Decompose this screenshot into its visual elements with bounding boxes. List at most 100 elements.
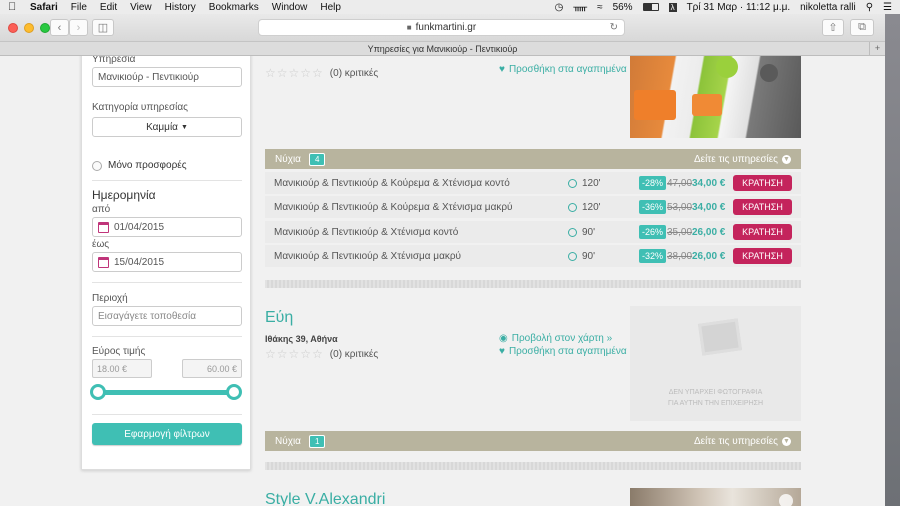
favorite-link-second[interactable]: ♥ Προσθήκη στα αγαπημένα <box>499 346 627 357</box>
price-slider-track[interactable] <box>99 390 235 395</box>
checkbox-icon[interactable] <box>92 160 102 171</box>
business-name[interactable]: Εύη <box>265 309 293 327</box>
macos-menubar:  Safari File Edit View History Bookmark… <box>0 0 900 14</box>
time-machine-icon[interactable]: ◷ <box>555 2 564 13</box>
see-services-toggle[interactable]: Δείτε τις υπηρεσίες ▼ <box>694 154 791 165</box>
share-button[interactable]: ⇧ <box>822 19 844 36</box>
to-date-input[interactable]: 15/04/2015 <box>92 252 242 272</box>
from-date-input[interactable]: 01/04/2015 <box>92 217 242 237</box>
price-max-field[interactable]: 60.00 € <box>182 359 242 378</box>
service-duration: 120' <box>568 178 601 189</box>
discount-badge: -32% <box>639 249 667 263</box>
to-date-value: 15/04/2015 <box>114 256 165 268</box>
tab-title[interactable]: Υπηρεσίες για Μανικιούρ - Πεντικιούρ <box>368 44 518 54</box>
result-separator <box>265 280 801 288</box>
battery-icon[interactable] <box>642 3 659 11</box>
category-value: Καμμία <box>146 121 178 133</box>
spotlight-icon[interactable]: ⚲ <box>866 2 873 13</box>
user-name[interactable]: nikoletta ralli <box>800 2 856 13</box>
desktop-background <box>885 14 900 506</box>
service-name: Μανικιούρ & Πεντικιούρ & Κούρεμα & Χτένι… <box>274 177 510 189</box>
apple-icon[interactable]:  <box>8 1 22 13</box>
new-tab-icon[interactable]: + <box>869 42 885 56</box>
menu-edit[interactable]: Edit <box>100 2 117 13</box>
business-photo[interactable] <box>630 488 801 506</box>
result-separator <box>265 462 801 470</box>
menu-view[interactable]: View <box>130 2 152 13</box>
offers-checkbox[interactable]: Μόνο προσφορές <box>92 160 187 171</box>
business-name[interactable]: Style V.Alexandri <box>265 491 385 506</box>
services-section-bar[interactable]: Νύχια 1 Δείτε τις υπηρεσίες ▼ <box>265 431 801 451</box>
clock-icon <box>568 227 577 237</box>
see-services-toggle[interactable]: Δείτε τις υπηρεσίες ▼ <box>694 436 791 447</box>
new-price: 34,00 € <box>692 177 726 189</box>
no-photo-text: ΓΙΑ ΑΥΤΗΝ ΤΗΝ ΕΠΙΧΕΙΡΗΣΗ <box>667 400 764 407</box>
favorite-link-first[interactable]: ♥ Προσθήκη στα αγαπημένα <box>499 64 627 75</box>
no-photo-text: ΔΕΝ ΥΠΑΡΧΕΙ ΦΩΤΟΓΡΑΦΙΑ <box>668 389 763 396</box>
menubar-status: ◷ ᚅ ≈ 56% λ Τρί 31 Μαρ · 11:12 μ.μ. niko… <box>555 2 892 13</box>
duration-value: 120' <box>582 177 601 189</box>
old-price: 53,00 <box>667 201 693 213</box>
clock-icon <box>568 178 577 188</box>
wifi-icon[interactable]: ≈ <box>597 2 603 13</box>
book-button[interactable]: ΚΡΑΤΗΣΗ <box>733 199 792 215</box>
price-min-field[interactable]: 18.00 € <box>92 359 152 378</box>
tabs-overview-button[interactable]: ⧉ <box>850 19 874 36</box>
menu-help[interactable]: Help <box>320 2 341 13</box>
star-rating-icon[interactable]: ☆☆☆☆☆ <box>265 347 324 361</box>
map-link[interactable]: ◉ Προβολή στον χάρτη » <box>499 333 612 344</box>
discount-badge: -36% <box>639 200 667 214</box>
price-slider-min-handle[interactable] <box>90 384 106 400</box>
rating-first: ☆☆☆☆☆ (0) κριτικές <box>265 66 378 80</box>
area-label: Περιοχή <box>92 293 128 304</box>
no-photo-placeholder: ΔΕΝ ΥΠΑΡΧΕΙ ΦΩΤΟΓΡΑΦΙΑ ΓΙΑ ΑΥΤΗΝ ΤΗΝ ΕΠΙ… <box>630 306 801 421</box>
new-price: 26,00 € <box>692 226 726 238</box>
menu-app[interactable]: Safari <box>30 2 58 13</box>
book-button[interactable]: ΚΡΑΤΗΣΗ <box>733 175 792 191</box>
service-duration: 90' <box>568 251 595 262</box>
menu-history[interactable]: History <box>165 2 196 13</box>
tab-bar: Υπηρεσίες για Μανικιούρ - Πεντικιούρ + <box>0 42 885 56</box>
from-date-value: 01/04/2015 <box>114 221 165 233</box>
service-row: Μανικιούρ & Πεντικιούρ & Χτένισμα κοντό … <box>265 221 801 243</box>
price-slider-max-handle[interactable] <box>226 384 242 400</box>
duration-value: 120' <box>582 201 601 213</box>
favorite-label: Προσθήκη στα αγαπημένα <box>508 64 627 75</box>
address-bar[interactable]: ■ funkmartini.gr ↻ <box>258 19 625 36</box>
category-dropdown[interactable]: Καμμία ▼ <box>92 117 242 137</box>
reviews-count[interactable]: (0) κριτικές <box>330 349 378 360</box>
business-address: Ιθάκης 39, Αθήνα <box>265 334 338 344</box>
apply-filters-button[interactable]: Εφαρμογή φίλτρων <box>92 423 242 445</box>
forward-button[interactable]: › <box>69 19 88 36</box>
input-source-icon[interactable]: λ <box>668 2 677 12</box>
price-min-value: 18.00 € <box>97 363 128 374</box>
minimize-window-icon[interactable] <box>24 23 34 33</box>
section-count-badge: 1 <box>308 434 326 448</box>
reviews-count[interactable]: (0) κριτικές <box>330 68 378 79</box>
services-section-bar[interactable]: Νύχια 4 Δείτε τις υπηρεσίες ▼ <box>265 149 801 169</box>
zoom-window-icon[interactable] <box>40 23 50 33</box>
reload-icon[interactable]: ↻ <box>610 22 618 33</box>
service-name: Μανικιούρ & Πεντικιούρ & Χτένισμα μακρύ <box>274 250 462 262</box>
menu-window[interactable]: Window <box>272 2 308 13</box>
divider <box>92 180 242 181</box>
business-photo[interactable] <box>630 56 801 138</box>
back-button[interactable]: ‹ <box>50 19 69 36</box>
area-input[interactable]: Εισαγάγετε τοποθεσία <box>92 306 242 326</box>
clock-text[interactable]: Τρί 31 Μαρ · 11:12 μ.μ. <box>687 2 791 13</box>
menu-file[interactable]: File <box>71 2 87 13</box>
book-button[interactable]: ΚΡΑΤΗΣΗ <box>733 224 792 240</box>
service-input[interactable]: Μανικιούρ - Πεντικιούρ <box>92 67 242 87</box>
old-price: 35,00 <box>667 226 693 238</box>
star-rating-icon[interactable]: ☆☆☆☆☆ <box>265 66 324 80</box>
see-services-label: Δείτε τις υπηρεσίες <box>693 153 778 165</box>
divider <box>92 336 242 337</box>
caret-down-icon: ▼ <box>180 123 188 131</box>
new-price: 34,00 € <box>692 201 726 213</box>
menu-bookmarks[interactable]: Bookmarks <box>209 2 259 13</box>
book-button[interactable]: ΚΡΑΤΗΣΗ <box>733 248 792 264</box>
close-window-icon[interactable] <box>8 23 18 33</box>
bluetooth-icon[interactable]: ᚅ <box>573 2 587 13</box>
sidebar-toggle-button[interactable]: ◫ <box>92 19 114 36</box>
notification-center-icon[interactable]: ☰ <box>883 2 892 13</box>
